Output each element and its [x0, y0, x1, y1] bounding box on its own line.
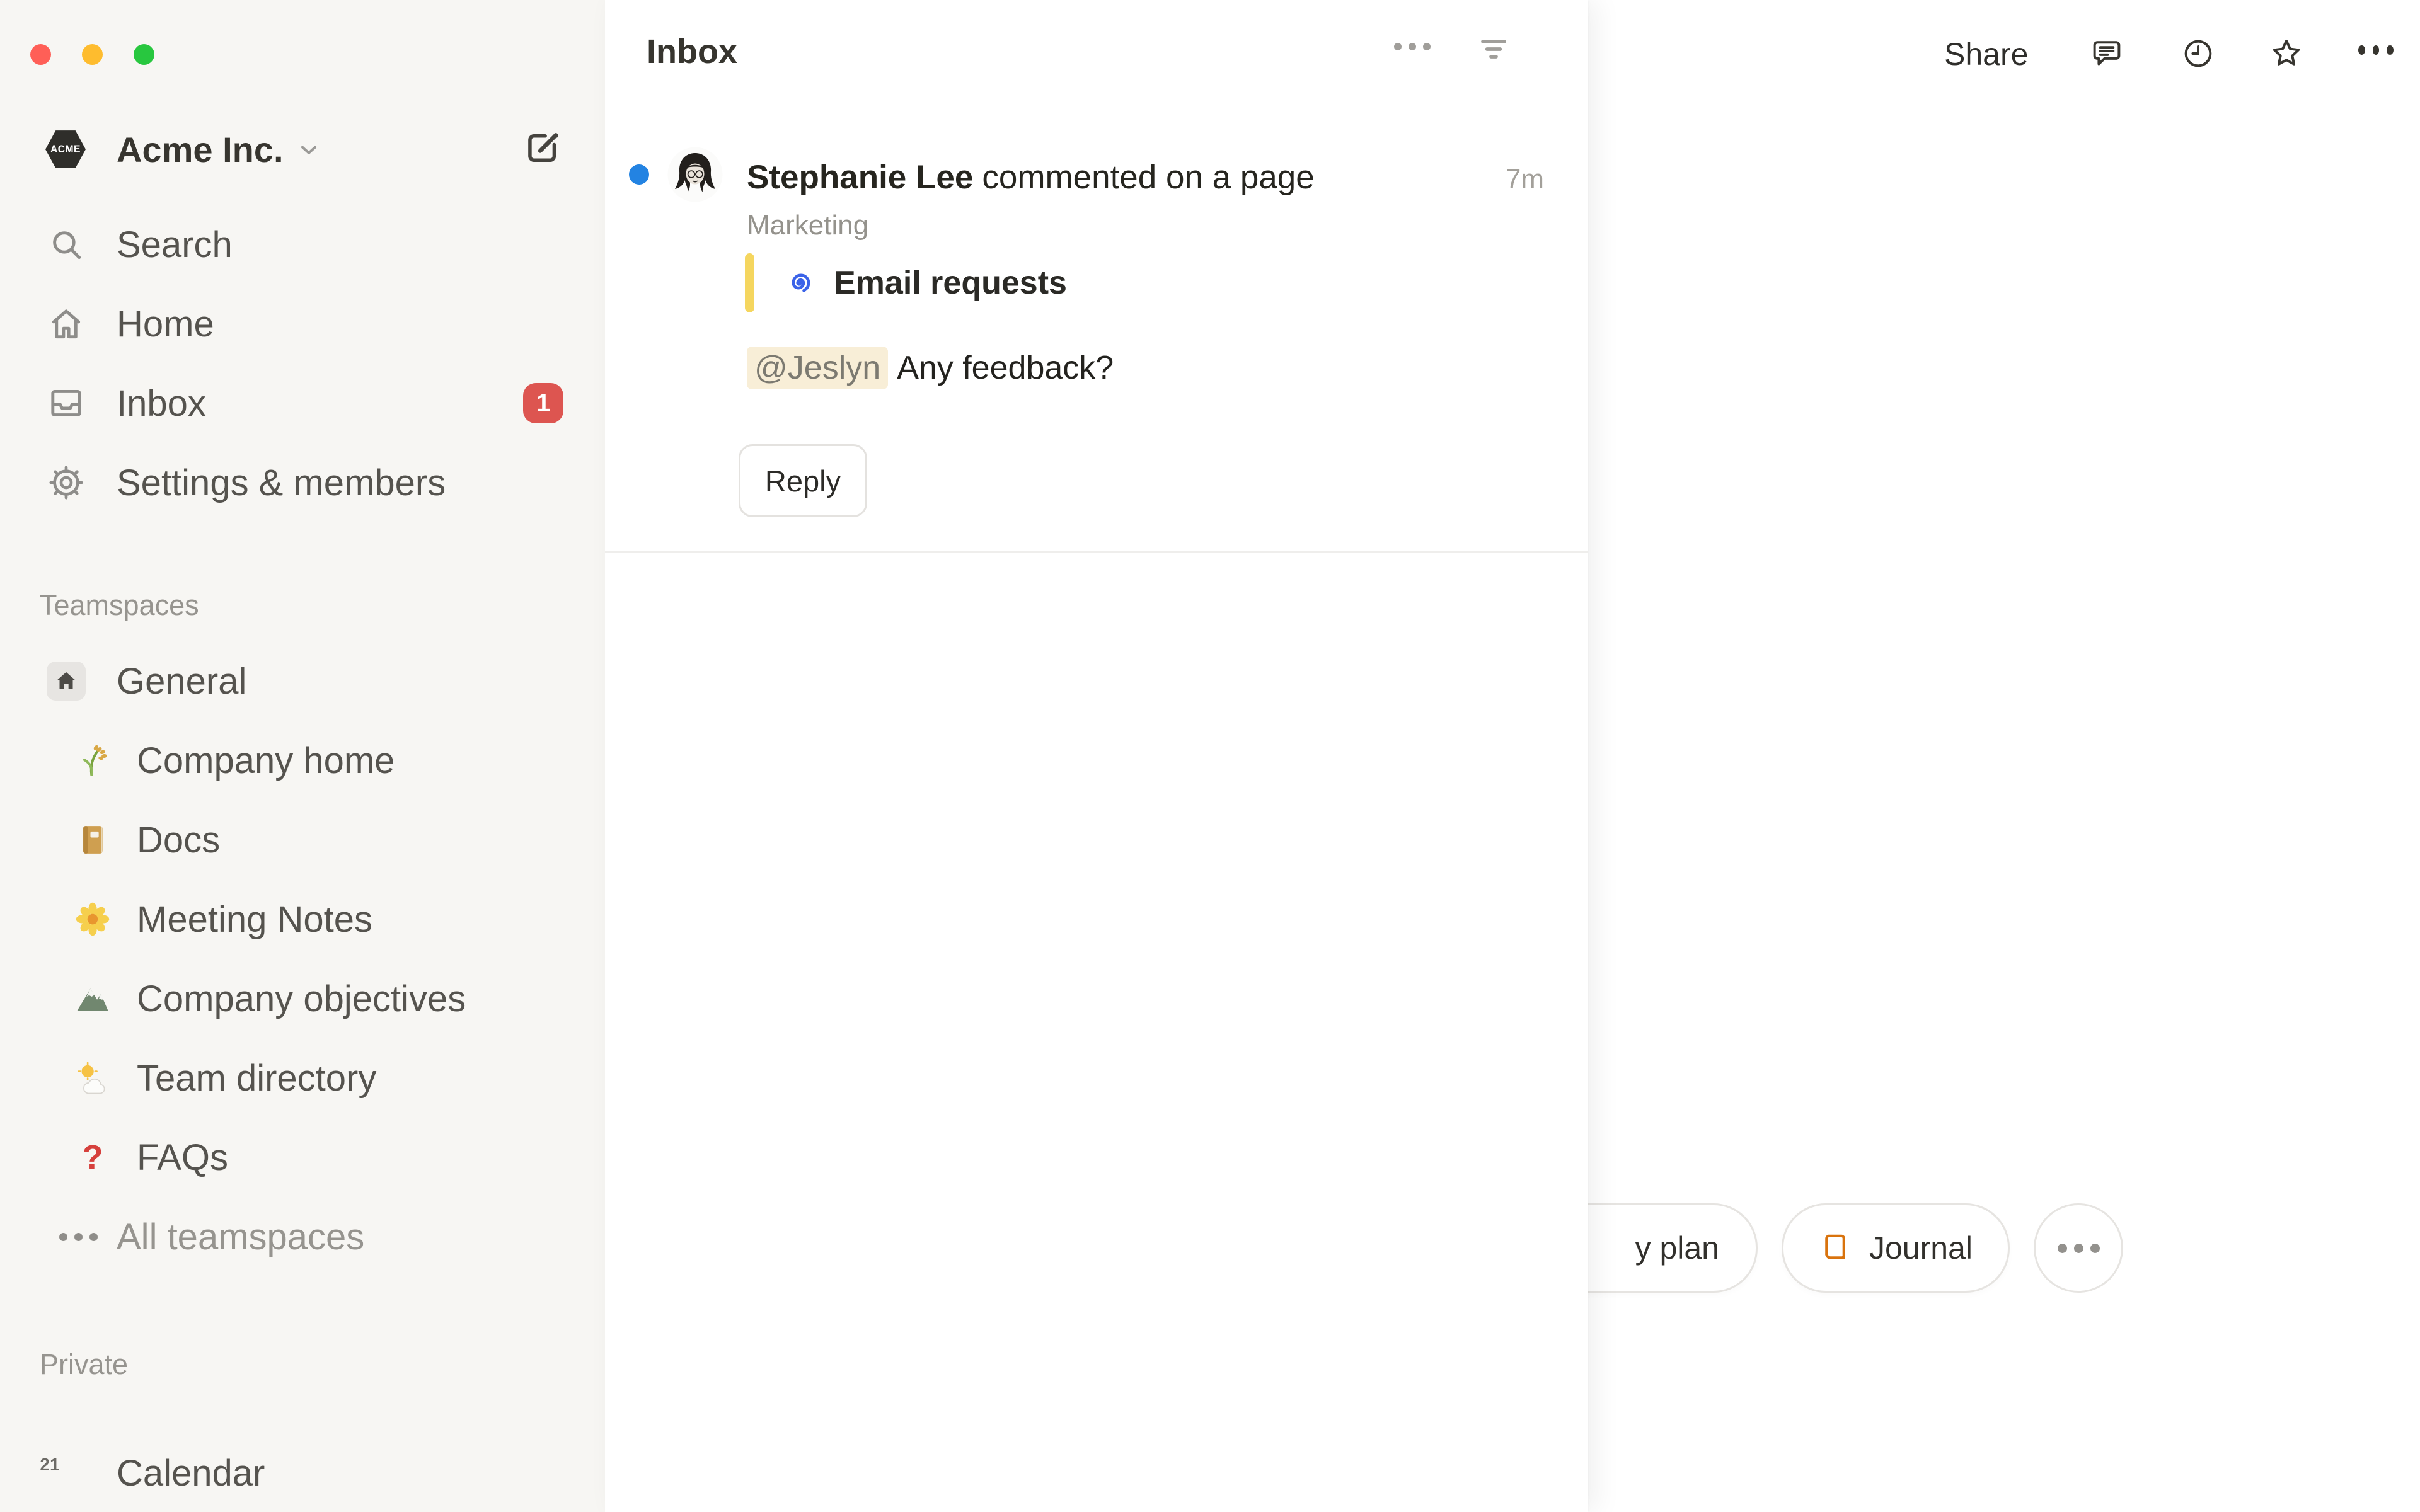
reply-button[interactable]: Reply [739, 444, 867, 517]
weekly-plan-label: y plan [1635, 1230, 1719, 1266]
teamspace-label: Team directory [137, 1057, 376, 1099]
notification-action: commented on a page [982, 158, 1314, 198]
sidebar-item-team-directory[interactable]: Team directory [0, 1038, 605, 1118]
sidebar-item-calendar[interactable]: 21 Calendar [0, 1433, 605, 1512]
workspace-name: Acme Inc. [117, 127, 284, 173]
sidebar-item-meeting-notes[interactable]: Meeting Notes [0, 879, 605, 959]
home-icon [47, 304, 86, 343]
sidebar-item-inbox[interactable]: Inbox 1 [0, 364, 605, 443]
comment-body: Any feedback? [897, 349, 1114, 387]
comment-icon[interactable] [2089, 36, 2124, 71]
inbox-panel: Inbox Stephani [605, 0, 1588, 1512]
author-name: Stephanie Lee [747, 158, 973, 198]
mountain-icon [74, 980, 111, 1017]
rice-plant-icon [74, 742, 111, 779]
sidebar-item-label: Home [117, 303, 214, 345]
all-teamspaces-label: All teamspaces [117, 1216, 364, 1258]
inbox-more-icon[interactable] [1394, 43, 1431, 50]
inbox-unread-badge: 1 [523, 383, 563, 423]
sidebar-item-label: Inbox [117, 382, 206, 425]
notification-headline: Stephanie Lee commented on a page 7m [747, 158, 1544, 200]
journal-pill[interactable]: Journal [1782, 1203, 2010, 1293]
sidebar-item-home[interactable]: Home [0, 284, 605, 364]
avatar [667, 147, 723, 202]
notification-time: 7m [1506, 159, 1544, 200]
question-mark-icon: ? [74, 1139, 111, 1176]
chevron-down-icon [295, 136, 323, 164]
more-dots-icon [60, 1218, 96, 1255]
shortcuts-more-button[interactable] [2034, 1203, 2123, 1293]
sidebar-item-search[interactable]: Search [0, 205, 605, 284]
workspace-logo: ACME [44, 126, 87, 173]
teamspaces-list: General Com [0, 641, 605, 1276]
minimize-window-button[interactable] [82, 44, 103, 65]
teamspace-label: Company objectives [137, 978, 466, 1020]
calendar-icon: 21 [47, 1453, 86, 1492]
more-dots-icon [2058, 1244, 2100, 1253]
breadcrumb: Marketing [747, 208, 868, 243]
sidebar-item-all-teamspaces[interactable]: All teamspaces [0, 1197, 605, 1276]
teamspace-label: General [117, 660, 246, 702]
bottom-shortcuts: y plan Journal [1500, 1203, 2123, 1293]
inbox-icon [47, 384, 86, 423]
teamspaces-section-label: Teamspaces [40, 589, 199, 622]
sidebar-item-company-objectives[interactable]: Company objectives [0, 959, 605, 1038]
workspace-switcher[interactable]: ACME Acme Inc. [0, 123, 605, 176]
clock-icon[interactable] [2181, 36, 2216, 71]
journal-label: Journal [1869, 1230, 1973, 1266]
sidebar-item-label: Settings & members [117, 462, 446, 504]
quote-bar [745, 253, 754, 312]
sidebar-item-faqs[interactable]: ? FAQs [0, 1118, 605, 1197]
sidebar-item-company-home[interactable]: Company home [0, 721, 605, 800]
sidebar-item-general[interactable]: General [0, 641, 605, 721]
sidebar-item-settings[interactable]: Settings & members [0, 443, 605, 522]
traffic-lights [30, 44, 154, 65]
mention-chip[interactable]: @Jeslyn [747, 346, 888, 389]
notebook-icon [74, 822, 111, 858]
house-icon [47, 662, 86, 701]
sidebar-item-label: Search [117, 224, 233, 266]
star-icon[interactable] [2269, 36, 2304, 71]
share-button[interactable]: Share [1944, 35, 2028, 74]
page-more-icon[interactable] [2358, 45, 2394, 81]
teamspace-label: FAQs [137, 1137, 228, 1179]
notion-window: y plan Journal Share [0, 0, 2420, 1512]
teamspace-label: Meeting Notes [137, 898, 372, 941]
new-page-icon[interactable] [522, 127, 563, 169]
teamspace-label: Company home [137, 740, 395, 782]
page-title: Email requests [834, 264, 1067, 302]
sidebar-item-docs[interactable]: Docs [0, 800, 605, 879]
journal-book-icon [1819, 1231, 1853, 1265]
zoom-window-button[interactable] [134, 44, 154, 65]
notification-divider [605, 551, 1588, 553]
close-window-button[interactable] [30, 44, 51, 65]
cyclone-icon [781, 265, 817, 301]
search-icon [47, 225, 86, 264]
inbox-panel-title: Inbox [647, 32, 737, 72]
filter-icon[interactable] [1475, 30, 1512, 68]
blossom-icon [74, 901, 111, 937]
sun-behind-cloud-icon [74, 1060, 111, 1096]
gear-icon [47, 463, 86, 502]
private-section-label: Private [40, 1348, 128, 1381]
comment-text: @Jeslyn Any feedback? [747, 346, 1114, 390]
private-item-label: Calendar [117, 1452, 265, 1494]
teamspace-label: Docs [137, 819, 220, 861]
page-reference[interactable]: Email requests [745, 252, 1067, 314]
unread-dot [629, 164, 649, 185]
sidebar: ACME Acme Inc. Search [0, 0, 605, 1512]
sidebar-nav: Search Home Inbox 1 [0, 205, 605, 522]
